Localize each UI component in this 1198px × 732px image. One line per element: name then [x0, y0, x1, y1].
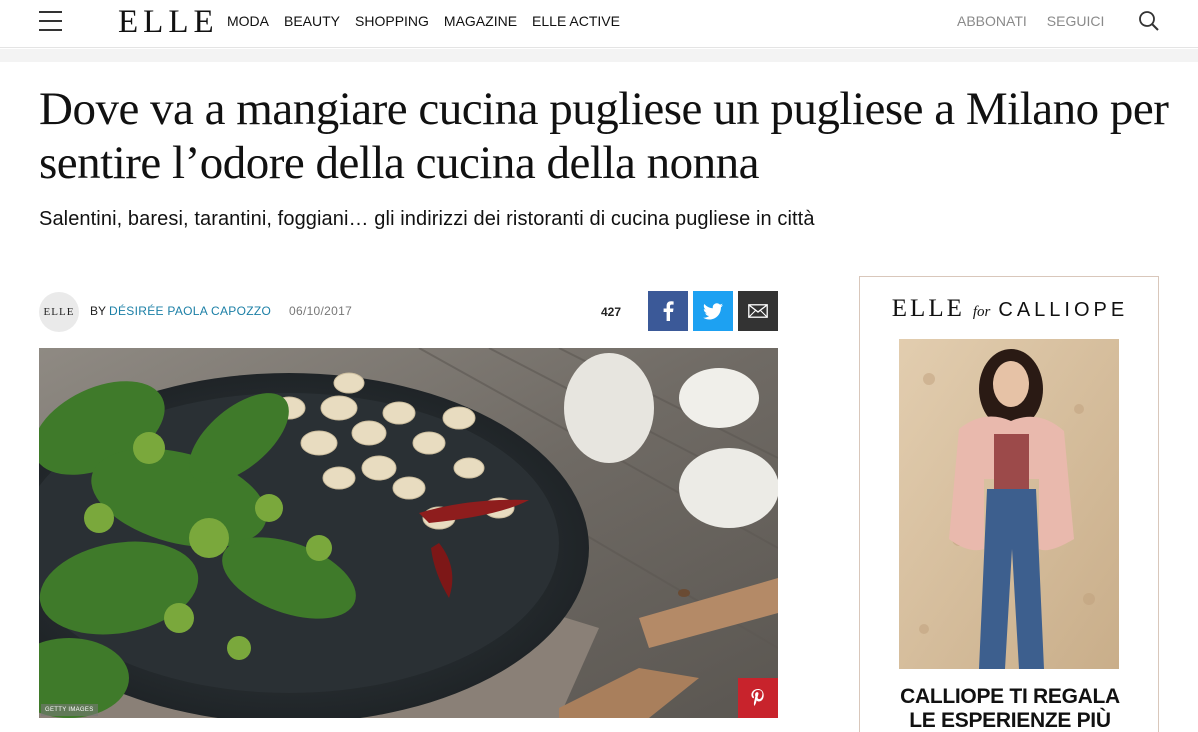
nav-item-shopping[interactable]: SHOPPING: [355, 13, 429, 29]
nav-item-moda[interactable]: MODA: [227, 13, 269, 29]
menu-icon[interactable]: [39, 10, 62, 32]
nav-item-magazine[interactable]: MAGAZINE: [444, 13, 517, 29]
twitter-icon: [703, 302, 723, 319]
elle-logo[interactable]: ELLE: [118, 4, 219, 40]
image-credit: GETTY IMAGES: [41, 704, 98, 716]
top-navigation-bar: ELLE MODA BEAUTY SHOPPING MAGAZINE ELLE …: [0, 0, 1198, 48]
article-title: Dove va a mangiare cucina pugliese un pu…: [39, 83, 1169, 189]
ad-elle-logo: ELLE: [891, 295, 965, 322]
author-avatar[interactable]: ELLE: [39, 292, 79, 332]
facebook-icon: [663, 301, 674, 321]
article-hero-image[interactable]: GETTY IMAGES: [39, 348, 778, 718]
envelope-icon: [748, 304, 768, 318]
ad-brand-line: ELLE for CALLIOPE: [860, 295, 1160, 323]
article-subtitle: Salentini, baresi, tarantini, foggiani… …: [39, 208, 815, 230]
nav-item-elle-active[interactable]: ELLE ACTIVE: [532, 13, 620, 29]
share-count: 427: [601, 305, 622, 319]
header-divider-band: [0, 49, 1198, 62]
ad-model-photo: [899, 339, 1119, 669]
ad-headline-line-1: CALLIOPE TI REGALA: [900, 685, 1120, 708]
email-share-button[interactable]: [738, 291, 778, 331]
facebook-share-button[interactable]: [648, 291, 688, 331]
calliope-advertisement[interactable]: ELLE for CALLIOPE CALLIOPE TI REGALA LE …: [859, 276, 1159, 732]
ad-for-text: for: [972, 304, 991, 320]
by-label: BY: [90, 304, 107, 318]
search-icon[interactable]: [1138, 10, 1160, 32]
pinterest-share-button[interactable]: [738, 678, 778, 718]
main-nav: MODA BEAUTY SHOPPING MAGAZINE ELLE ACTIV…: [227, 13, 620, 29]
author-link[interactable]: DÉSIRÉE PAOLA CAPOZZO: [109, 304, 271, 318]
orecchiette-food-photo: [39, 348, 778, 718]
follow-link[interactable]: SEGUICI: [1047, 13, 1105, 29]
byline: BY DÉSIRÉE PAOLA CAPOZZO: [90, 304, 271, 318]
twitter-share-button[interactable]: [693, 291, 733, 331]
nav-item-beauty[interactable]: BEAUTY: [284, 13, 340, 29]
pinterest-icon: [751, 689, 764, 706]
ad-headline-line-2: LE ESPERIENZE PIÙ: [909, 709, 1111, 732]
publish-date: 06/10/2017: [289, 304, 353, 318]
secondary-nav: ABBONATI SEGUICI: [957, 13, 1104, 29]
ad-headline[interactable]: CALLIOPE TI REGALA LE ESPERIENZE PIÙ: [860, 685, 1160, 732]
subscribe-link[interactable]: ABBONATI: [957, 13, 1027, 29]
ad-calliope-logo: CALLIOPE: [998, 299, 1129, 321]
